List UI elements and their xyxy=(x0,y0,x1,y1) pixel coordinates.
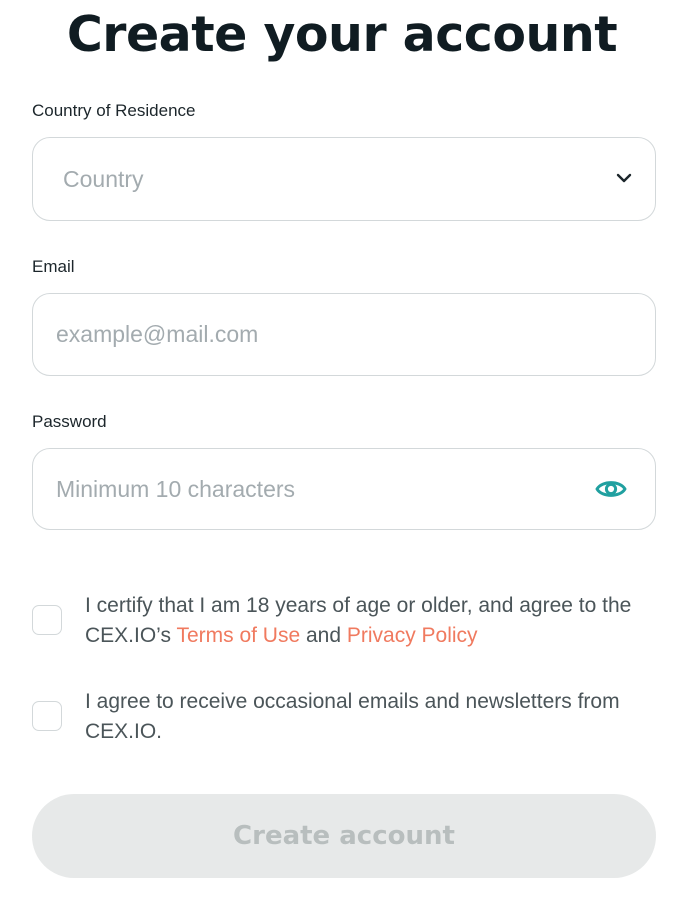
password-field-box xyxy=(32,448,656,530)
password-field[interactable] xyxy=(56,449,575,529)
country-placeholder: Country xyxy=(63,165,144,192)
terms-checkbox[interactable] xyxy=(32,605,62,635)
terms-agreement-text: I certify that I am 18 years of age or o… xyxy=(85,591,665,651)
chevron-down-icon[interactable] xyxy=(615,169,633,187)
email-label: Email xyxy=(32,257,75,276)
terms-text-middle: and xyxy=(300,624,347,647)
eye-icon[interactable] xyxy=(595,477,627,501)
page-title: Create your account xyxy=(66,6,618,63)
country-select[interactable]: Country xyxy=(32,137,656,221)
signup-page: Create your account Country of Residence… xyxy=(0,0,684,901)
create-account-button[interactable]: Create account xyxy=(32,794,656,878)
country-label: Country of Residence xyxy=(32,101,196,120)
email-field-box xyxy=(32,293,656,376)
newsletter-checkbox[interactable] xyxy=(32,701,62,731)
privacy-policy-link[interactable]: Privacy Policy xyxy=(347,624,478,647)
terms-of-use-link[interactable]: Terms of Use xyxy=(176,624,300,647)
email-field[interactable] xyxy=(56,294,655,375)
password-label: Password xyxy=(32,412,107,431)
newsletter-agreement-text: I agree to receive occasional emails and… xyxy=(85,690,620,743)
